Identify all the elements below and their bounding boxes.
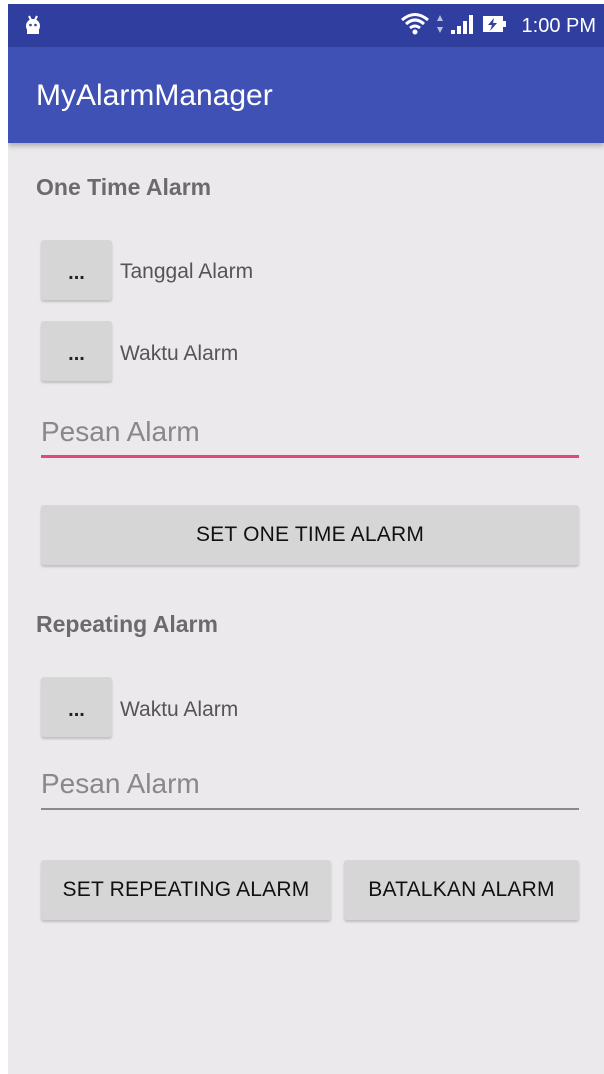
pick-date-button[interactable]: ... (41, 240, 112, 300)
wifi-icon (400, 12, 430, 41)
input-underline (41, 808, 579, 810)
input-underline (41, 455, 579, 458)
status-bar: 1:00 PM (8, 4, 604, 47)
date-label: Tanggal Alarm (120, 260, 254, 283)
repeating-message-placeholder: Pesan Alarm (41, 768, 200, 799)
app-title: MyAlarmManager (36, 79, 273, 112)
cancel-alarm-button[interactable]: BATALKAN ALARM (344, 860, 579, 920)
set-one-time-alarm-button[interactable]: SET ONE TIME ALARM (41, 505, 579, 565)
repeating-section-title: Repeating Alarm (36, 611, 218, 637)
phone-screen: 1:00 PM MyAlarmManager One Time Alarm ..… (8, 4, 604, 1074)
battery-charging-icon (482, 13, 508, 40)
one-time-message-input[interactable]: Pesan Alarm (41, 410, 579, 458)
time-label: Waktu Alarm (120, 342, 239, 365)
repeating-message-input[interactable]: Pesan Alarm (41, 762, 579, 810)
set-repeating-alarm-button[interactable]: SET REPEATING ALARM (41, 860, 331, 920)
pick-repeating-time-button[interactable]: ... (41, 677, 112, 737)
pick-time-button[interactable]: ... (41, 321, 112, 381)
data-activity-icon (436, 13, 444, 40)
signal-icon (450, 13, 476, 40)
app-bar: MyAlarmManager (8, 47, 604, 143)
status-time: 1:00 PM (521, 14, 596, 37)
one-time-section-title: One Time Alarm (36, 174, 212, 200)
repeating-time-label: Waktu Alarm (120, 698, 239, 721)
one-time-message-placeholder: Pesan Alarm (41, 416, 200, 447)
android-debug-icon (24, 14, 42, 41)
